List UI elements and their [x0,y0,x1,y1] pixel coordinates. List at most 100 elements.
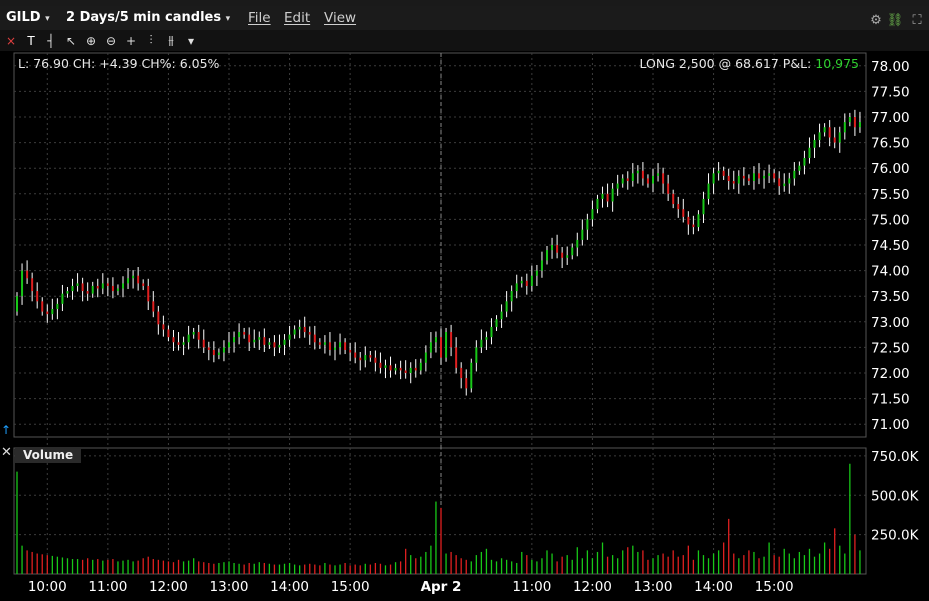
candle-body [414,367,417,371]
crosshair-icon[interactable]: + [122,30,140,51]
candle-body [147,285,150,302]
candle-body [429,342,432,353]
candle-body [742,175,745,179]
candle-body [359,357,362,361]
price-tick-label: 76.50 [871,136,910,152]
time-tick-label: 11:00 [512,579,551,595]
candle-body [722,170,725,176]
candle-body [813,140,816,148]
menu-edit[interactable]: Edit [284,9,310,27]
volume-panel-label: Volume [15,447,82,463]
time-tick-label: 14:00 [694,579,733,595]
candle-body [551,245,554,251]
candle-body [106,283,109,286]
candle-body [96,285,99,289]
candle-body [101,283,104,289]
candle-body [485,337,488,340]
position-text: LONG 2,500 @ 68.617 P&L: [639,56,812,71]
candle-body [546,250,548,261]
candle-body [334,347,336,350]
candle-body [763,175,766,179]
candle-body [379,362,382,368]
candle-body [646,178,649,184]
candle-body [803,157,806,166]
candle-body [258,337,261,340]
menu-view[interactable]: View [324,9,356,27]
price-tick-label: 77.00 [871,110,910,126]
candle-body [490,326,493,338]
price-tick-label: 75.50 [871,187,910,203]
candle-body [56,303,59,309]
candle-body [167,329,170,338]
candle-body [768,173,771,176]
price-tick-label: 71.00 [871,417,910,433]
zoom-out-icon[interactable]: ⊖ [102,30,120,51]
candle-body [394,367,397,371]
link-icon[interactable]: ⛓ [886,11,904,31]
bar-chart-tool-icon[interactable]: ┤ [42,30,60,51]
candle-body [71,285,74,292]
candle-body [798,165,801,171]
candle-body [263,337,266,345]
candle-body [228,342,230,348]
candle-body [581,229,584,240]
time-tick-label: 12:00 [149,579,188,595]
candle-body [853,117,856,128]
time-tick-label: 13:00 [634,579,673,595]
settings-gear-icon[interactable]: ⚙ [867,11,885,31]
candle-body [328,342,331,350]
dropdown-icon[interactable]: ▾ [182,30,200,51]
candle-body [197,332,200,340]
ticker-selector[interactable]: GILD ▾ [6,9,50,27]
candle-body [212,349,215,356]
candle-body [566,255,569,258]
time-tick-label: 13:00 [210,579,249,595]
candle-body [41,301,44,312]
candle-body [601,193,604,199]
candle-body [652,175,654,184]
candle-body [177,342,180,345]
candle-body [137,275,140,284]
candle-body [187,334,190,343]
volume-close-icon[interactable]: ✕ [1,445,12,460]
pointer-tool-icon[interactable]: ↖ [62,30,80,51]
candle-body [520,280,523,284]
quote-summary: L: 76.90 CH: +4.39 CH%: 6.05% [18,56,219,71]
candle-body [450,332,453,348]
price-chart[interactable]: 78.00 77.50 77.00 76.50 76.00 75.50 75.00 74.50… [0,51,929,601]
candle-body [455,347,458,368]
period-selector[interactable]: 2 Days/5 min candles ▾ [66,9,230,27]
expand-icon[interactable]: ⛶ [908,11,926,31]
candle-body [51,309,54,315]
candle-body [495,319,498,327]
candle-body [692,224,695,228]
candle-body [253,339,256,343]
candle-body [202,339,205,348]
text-tool-icon[interactable]: T [22,30,40,51]
candle-body [278,344,281,348]
menu-file[interactable]: File [248,9,271,27]
candle-style-icon[interactable]: ⫶ [142,30,160,51]
candle-body [682,209,685,217]
candle-body [611,188,614,202]
candle-body [727,175,730,181]
price-tick-label: 75.00 [871,212,910,228]
price-tick-label: 73.00 [871,315,910,331]
candle-body [283,339,286,345]
candle-body [838,132,841,143]
candle-body [222,347,225,353]
candle-body [843,122,846,133]
candle-body [116,288,119,292]
zoom-in-icon[interactable]: ⊕ [82,30,100,51]
candle-body [354,352,357,358]
candle-body [591,209,594,220]
candle-body [313,334,316,343]
bar-style-icon[interactable]: ⫵ [162,30,180,51]
candle-body [702,198,705,215]
candle-body [374,357,377,363]
close-tool-icon[interactable]: × [2,30,20,51]
candle-body [424,352,427,363]
change-percent: CH%: 6.05% [141,56,220,71]
candle-body [737,175,740,184]
candle-body [460,367,463,379]
